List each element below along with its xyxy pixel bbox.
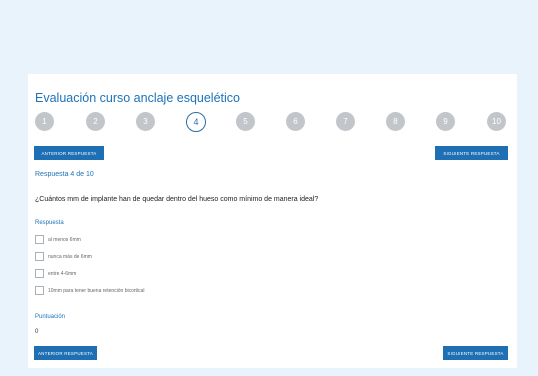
option-4[interactable]: 10mm para tener buena retención bicortic… [35, 286, 144, 295]
step-4-button[interactable]: 4 [186, 112, 206, 132]
option-4-checkbox[interactable] [35, 286, 44, 295]
next-answer-button-bottom[interactable]: SIGUIENTE RESPUESTA [443, 346, 508, 360]
option-3[interactable]: entre 4-6mm [35, 269, 76, 278]
option-2-checkbox[interactable] [35, 252, 44, 261]
next-answer-button-top[interactable]: SIGUIENTE RESPUESTA [435, 146, 508, 160]
step-7-button[interactable]: 7 [336, 112, 355, 131]
option-2-label: nunca más de 6mm [48, 253, 92, 260]
option-1-label: al menos 6mm [48, 236, 81, 243]
answer-label: Respuesta [35, 220, 64, 226]
previous-answer-button-top[interactable]: ANTERIOR RESPUESTA [34, 146, 104, 160]
step-1-button[interactable]: 1 [35, 112, 54, 131]
option-4-label: 10mm para tener buena retención bicortic… [48, 287, 145, 294]
option-1[interactable]: al menos 6mm [35, 235, 81, 244]
score-label: Puntuación [35, 314, 66, 320]
score-value: 0 [35, 329, 39, 335]
option-3-label: entre 4-6mm [48, 270, 77, 277]
previous-answer-button-bottom[interactable]: ANTERIOR RESPUESTA [34, 346, 97, 360]
quiz-card: Evaluación curso anclaje esquelético 1 2… [28, 74, 517, 368]
question-counter: Respuesta 4 de 10 [35, 171, 94, 178]
question-text: ¿Cuántos mm de implante han de quedar de… [35, 196, 319, 203]
step-10-button[interactable]: 10 [487, 112, 506, 131]
step-5-button[interactable]: 5 [236, 112, 255, 131]
step-2-button[interactable]: 2 [86, 112, 105, 131]
step-9-button[interactable]: 9 [436, 112, 455, 131]
step-3-button[interactable]: 3 [136, 112, 155, 131]
option-3-checkbox[interactable] [35, 269, 44, 278]
option-2[interactable]: nunca más de 6mm [35, 252, 92, 261]
step-6-button[interactable]: 6 [286, 112, 305, 131]
option-1-checkbox[interactable] [35, 235, 44, 244]
step-8-button[interactable]: 8 [386, 112, 405, 131]
quiz-title: Evaluación curso anclaje esquelético [35, 91, 240, 105]
